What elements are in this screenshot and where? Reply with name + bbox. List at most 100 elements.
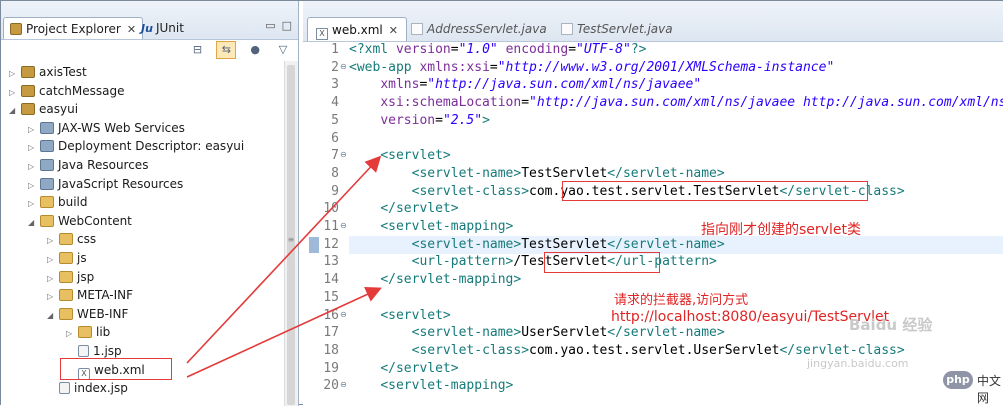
line-number: 10 — [323, 201, 339, 217]
tree-node-jax-ws-web-services[interactable]: ▷ JAX-WS Web Services — [28, 119, 185, 137]
expand-toggle-icon[interactable]: ▷ — [47, 232, 57, 250]
resource-icon — [40, 159, 54, 171]
folder-icon — [59, 233, 73, 246]
editor-area: Xweb.xml ✕ AddressServlet.java TestServle… — [303, 1, 1003, 406]
tree-node-javascript-resources[interactable]: ▷ JavaScript Resources — [28, 175, 183, 193]
code-line-3: xmlns="http://java.sun.com/xml/ns/javaee… — [380, 77, 702, 93]
fold-toggle-icon[interactable]: ⊖ — [340, 150, 348, 159]
maximize-icon[interactable]: □ — [282, 19, 292, 32]
code-line-13: <url-pattern>/TestServlet</url-pattern> — [411, 254, 717, 270]
explorer-toolbar: ⊟ ⇆ ● ▽ — [183, 41, 292, 61]
expand-toggle-icon[interactable]: ◢ — [9, 102, 19, 120]
tree-node-label: js — [77, 251, 87, 265]
line-number: 5 — [331, 112, 339, 128]
tree-node-deployment-descriptor-easyui[interactable]: ▷ Deployment Descriptor: easyui — [28, 137, 244, 155]
tree-node-label: jsp — [77, 269, 95, 284]
fold-toggle-icon[interactable]: ⊖ — [340, 310, 348, 319]
collapse-all-icon[interactable]: ⊟ — [189, 42, 207, 58]
line-number: 11 — [323, 219, 339, 234]
tab-label: Project Explorer — [26, 22, 121, 36]
jsp-file-icon — [59, 382, 70, 395]
folder-icon — [59, 289, 73, 302]
tree-node-catchmessage[interactable]: ▷ catchMessage — [9, 82, 124, 100]
tree-node-label: Java Resources — [58, 158, 149, 172]
tree-node-web-inf[interactable]: ◢ WEB-INF — [47, 305, 128, 323]
resource-icon — [40, 177, 54, 190]
tab-address-servlet[interactable]: AddressServlet.java — [403, 17, 555, 41]
expand-toggle-icon[interactable]: ▷ — [28, 121, 38, 139]
line-number: 18 — [323, 342, 339, 358]
tree-node-label: WEB-INF — [77, 306, 129, 321]
tree-node-lib[interactable]: ▷ lib — [66, 323, 110, 341]
folder-icon — [78, 326, 92, 339]
project-icon — [21, 103, 35, 116]
tree-node-label: lib — [96, 325, 111, 340]
view-menu-icon[interactable]: ▽ — [274, 42, 292, 58]
tree-node-jsp[interactable]: ▷ jsp — [47, 268, 94, 286]
tree-node-label: build — [58, 195, 88, 210]
resource-icon — [40, 121, 54, 134]
tree-node-index-jsp[interactable]: index.jsp — [47, 379, 128, 397]
expand-toggle-icon[interactable]: ▷ — [47, 288, 57, 306]
resource-icon — [40, 140, 54, 153]
tab-junit[interactable]: Ju JUnit — [135, 17, 190, 39]
tree-node-label: catchMessage — [39, 83, 125, 98]
project-icon — [21, 66, 35, 78]
code-line-20: <servlet-mapping> — [380, 378, 514, 394]
tree-node-meta-inf[interactable]: ▷ META-INF — [47, 286, 133, 304]
url-pattern-highlight-box — [544, 252, 660, 273]
expand-toggle-icon[interactable]: ▷ — [28, 158, 38, 176]
tab-label: web.xml — [332, 23, 383, 37]
tree-node-label: META-INF — [77, 288, 134, 303]
tree-node-js[interactable]: ▷ js — [47, 249, 87, 267]
close-icon[interactable]: ✕ — [389, 19, 398, 43]
tree-node-axistest[interactable]: ▷ axisTest — [9, 63, 87, 81]
tree-node-java-resources[interactable]: ▷ Java Resources — [28, 156, 148, 174]
code-line-7: <servlet> — [380, 148, 451, 164]
tree-node-css[interactable]: ▷ css — [47, 230, 96, 248]
fold-toggle-icon[interactable]: ⊖ — [340, 62, 348, 71]
tab-project-explorer[interactable]: Project Explorer ✕ — [3, 17, 144, 39]
code-line-19: </servlet> — [380, 360, 459, 376]
expand-toggle-icon[interactable]: ▷ — [28, 195, 38, 213]
expand-toggle-icon[interactable]: ▷ — [9, 65, 19, 83]
tab-test-servlet[interactable]: TestServlet.java — [553, 17, 681, 41]
current-line-marker — [309, 236, 319, 253]
link-with-editor-icon[interactable]: ⇆ — [216, 41, 237, 59]
expand-toggle-icon[interactable]: ◢ — [47, 307, 57, 325]
line-number: 3 — [331, 77, 339, 93]
line-number: 19 — [323, 360, 339, 376]
folder-icon — [40, 196, 54, 209]
code-line-16: <servlet> — [380, 307, 451, 323]
xml-file-icon: X — [316, 28, 328, 40]
explorer-scrollbar[interactable]: ≡ — [284, 61, 298, 406]
tree-node-webcontent[interactable]: ◢ WebContent — [28, 212, 132, 230]
code-view[interactable]: <?xml version="1.0" encoding="UTF-8"?> <… — [349, 41, 1003, 406]
fold-toggle-icon[interactable]: ⊖ — [340, 221, 348, 230]
minimize-icon[interactable]: ▭ — [265, 19, 275, 32]
servlet-class-highlight-box — [562, 181, 868, 201]
filters-icon[interactable]: ● — [246, 42, 264, 58]
expand-toggle-icon[interactable]: ◢ — [28, 214, 38, 232]
expand-toggle-icon[interactable]: ▷ — [28, 177, 38, 195]
code-line-5: version="2.5"> — [380, 112, 490, 128]
line-number: 17 — [323, 325, 339, 341]
fold-toggle-icon[interactable]: ⊖ — [340, 380, 348, 389]
tree-node-build[interactable]: ▷ build — [28, 193, 88, 211]
code-line-2: <web-app xmlns:xsi="http://www.w3.org/20… — [349, 59, 835, 75]
tree-node-easyui[interactable]: ◢ easyui — [9, 100, 78, 118]
expand-toggle-icon[interactable]: ▷ — [9, 84, 19, 102]
expand-toggle-icon[interactable]: ▷ — [66, 325, 76, 343]
tab-label: AddressServlet.java — [427, 22, 547, 36]
expand-toggle-icon[interactable]: ▷ — [47, 270, 57, 288]
java-file-icon — [411, 23, 423, 35]
tab-web-xml[interactable]: Xweb.xml ✕ — [307, 17, 407, 41]
tree-node-label: axisTest — [39, 65, 87, 79]
expand-toggle-icon[interactable]: ▷ — [47, 251, 57, 269]
explorer-tab-bar: Project Explorer ✕ Ju JUnit ▭ □ — [1, 1, 298, 40]
folder-icon — [59, 307, 73, 320]
jsp-file-icon — [78, 345, 89, 357]
expand-toggle-icon[interactable]: ▷ — [28, 139, 38, 157]
code-line-4: xsi:schemaLocation="http://java.sun.com/… — [380, 95, 1003, 111]
annotation-interceptor: 请求的拦截器,访问方式 — [614, 293, 749, 308]
